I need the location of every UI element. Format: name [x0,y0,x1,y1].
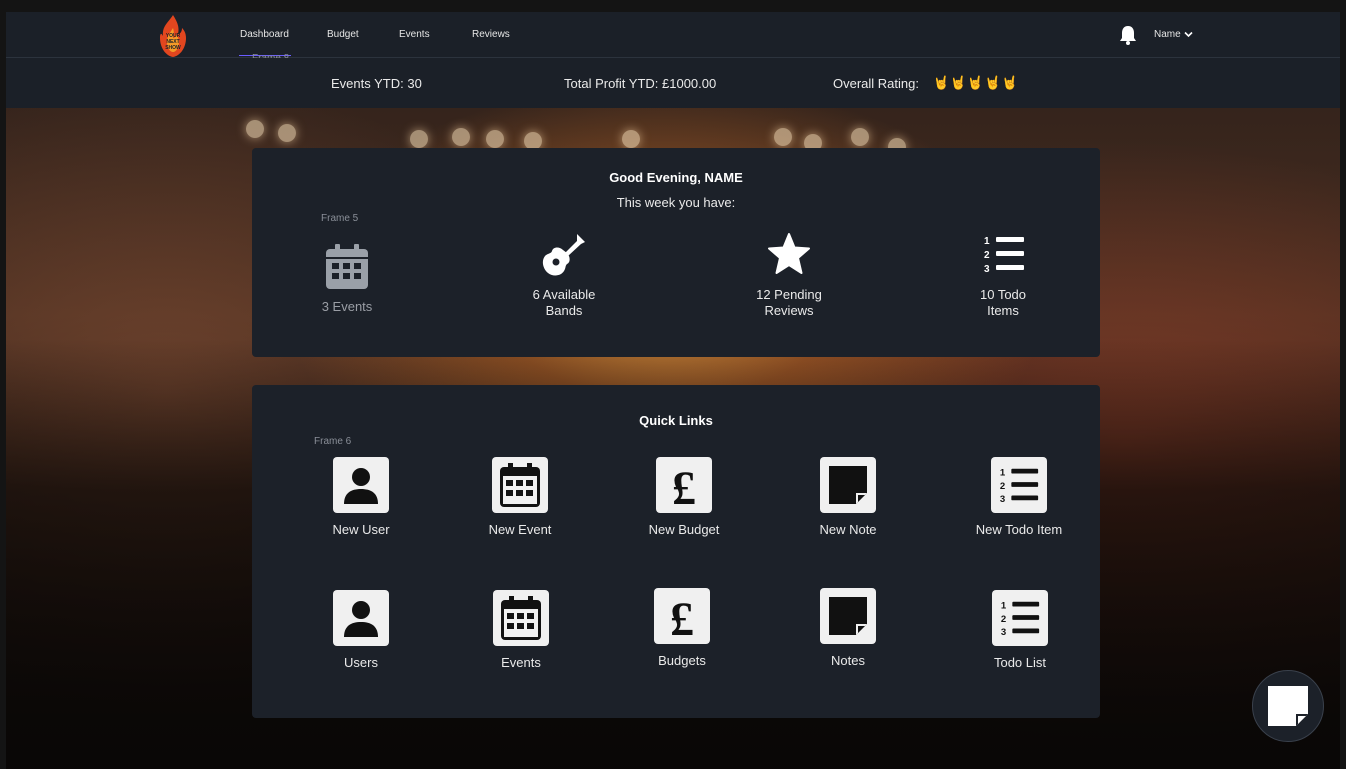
quick-note-button[interactable] [1252,670,1324,742]
summary-todo-line2: Items [987,303,1019,318]
numbered-list-icon: 1 2 3 [991,457,1047,513]
svg-text:2: 2 [1001,614,1006,625]
new-note-label: New Note [819,522,877,537]
star-icon [768,233,810,274]
summary-events-label: 3 Events [321,299,373,314]
svg-text:1: 1 [984,236,990,247]
notification-bell-icon[interactable] [1119,25,1137,45]
new-budget-link[interactable]: £ New Budget [624,457,744,537]
numbered-list-icon: 1 2 3 [984,236,1024,275]
pound-icon: £ [656,457,712,513]
new-todo-item-label: New Todo Item [975,522,1063,537]
nav-events[interactable]: Events [399,29,430,40]
new-user-label: New User [332,522,390,537]
greeting-heading: Good Evening, NAME [609,170,743,185]
user-icon [333,457,389,513]
nav-dashboard[interactable]: Dashboard [240,29,289,40]
frame-label: Frame 6 [314,436,352,447]
summary-bands-line2: Bands [545,303,583,318]
user-icon [333,590,389,646]
svg-text:2: 2 [1000,481,1005,492]
nav-reviews[interactable]: Reviews [472,29,510,40]
note-icon [820,588,876,644]
budgets-label: Budgets [658,653,706,668]
note-icon [1268,686,1308,726]
budgets-link[interactable]: £ Budgets [622,588,742,668]
svg-text:£: £ [672,462,696,509]
svg-text:£: £ [670,593,694,640]
svg-text:SHOW: SHOW [165,45,181,51]
calendar-icon [326,244,368,289]
overall-rating-label: Overall Rating: [833,76,919,91]
svg-text:2: 2 [984,250,990,261]
logo-icon[interactable]: YOUR NEXT SHOW [158,14,188,58]
svg-text:3: 3 [1001,627,1006,638]
svg-text:1: 1 [1001,600,1007,611]
summary-reviews-line2: Reviews [764,303,814,318]
summary-bands[interactable]: 6 Available Bands [514,232,614,319]
app-window: YOUR NEXT SHOW Dashboard Budget Events R… [6,12,1340,769]
stats-bar: Events YTD: 30 Total Profit YTD: £1000.0… [6,58,1340,108]
new-note-link[interactable]: New Note [788,457,908,537]
user-name: Name [1154,29,1181,40]
todo-list-label: Todo List [993,655,1047,670]
pound-icon: £ [654,588,710,644]
summary-todo-label: 10 Todo Items [963,287,1043,319]
new-todo-item-link[interactable]: 1 2 3 New Todo Item [959,457,1079,537]
new-event-link[interactable]: New Event [460,457,580,537]
svg-text:1: 1 [1000,467,1006,478]
users-label: Users [344,655,378,670]
user-menu[interactable]: Name [1154,29,1194,40]
frame-label: Frame 5 [321,213,359,224]
new-user-link[interactable]: New User [301,457,421,537]
quick-links-panel: Quick Links Frame 6 New User New Event £… [252,385,1100,718]
numbered-list-icon: 1 2 3 [992,590,1048,646]
summary-bands-label: 6 Available Bands [514,287,614,319]
summary-reviews-line1: 12 Pending [756,287,822,302]
events-label: Events [501,655,541,670]
profit-ytd: Total Profit YTD: £1000.00 [564,76,717,91]
summary-bands-line1: 6 Available [532,287,596,302]
weekly-summary-panel: Good Evening, NAME This week you have: F… [252,148,1100,357]
summary-todo[interactable]: 1 2 3 10 Todo Items [963,234,1043,319]
guitar-icon [542,234,585,276]
greeting-subtitle: This week you have: [616,195,736,210]
quick-links-title: Quick Links [639,413,713,428]
new-event-label: New Event [488,522,552,537]
rating-icons: 🤘🤘🤘🤘🤘 [933,75,1019,90]
top-navigation: YOUR NEXT SHOW Dashboard Budget Events R… [6,12,1340,64]
users-link[interactable]: Users [301,590,421,670]
chevron-down-icon [1184,31,1194,37]
svg-text:3: 3 [1000,494,1005,505]
notes-label: Notes [831,653,865,668]
nav-budget[interactable]: Budget [327,29,359,40]
events-link[interactable]: Events [461,590,581,670]
summary-reviews[interactable]: 12 Pending Reviews [739,232,839,319]
summary-reviews-label: 12 Pending Reviews [739,287,839,319]
new-budget-label: New Budget [648,522,720,537]
events-ytd: Events YTD: 30 [331,76,422,91]
summary-todo-line1: 10 Todo [979,287,1027,302]
calendar-icon [493,590,549,646]
svg-text:3: 3 [984,264,990,274]
calendar-icon [492,457,548,513]
notes-link[interactable]: Notes [788,588,908,668]
todo-list-link[interactable]: 1 2 3 Todo List [960,590,1080,670]
note-icon [820,457,876,513]
summary-events[interactable]: 3 Events [307,242,387,315]
